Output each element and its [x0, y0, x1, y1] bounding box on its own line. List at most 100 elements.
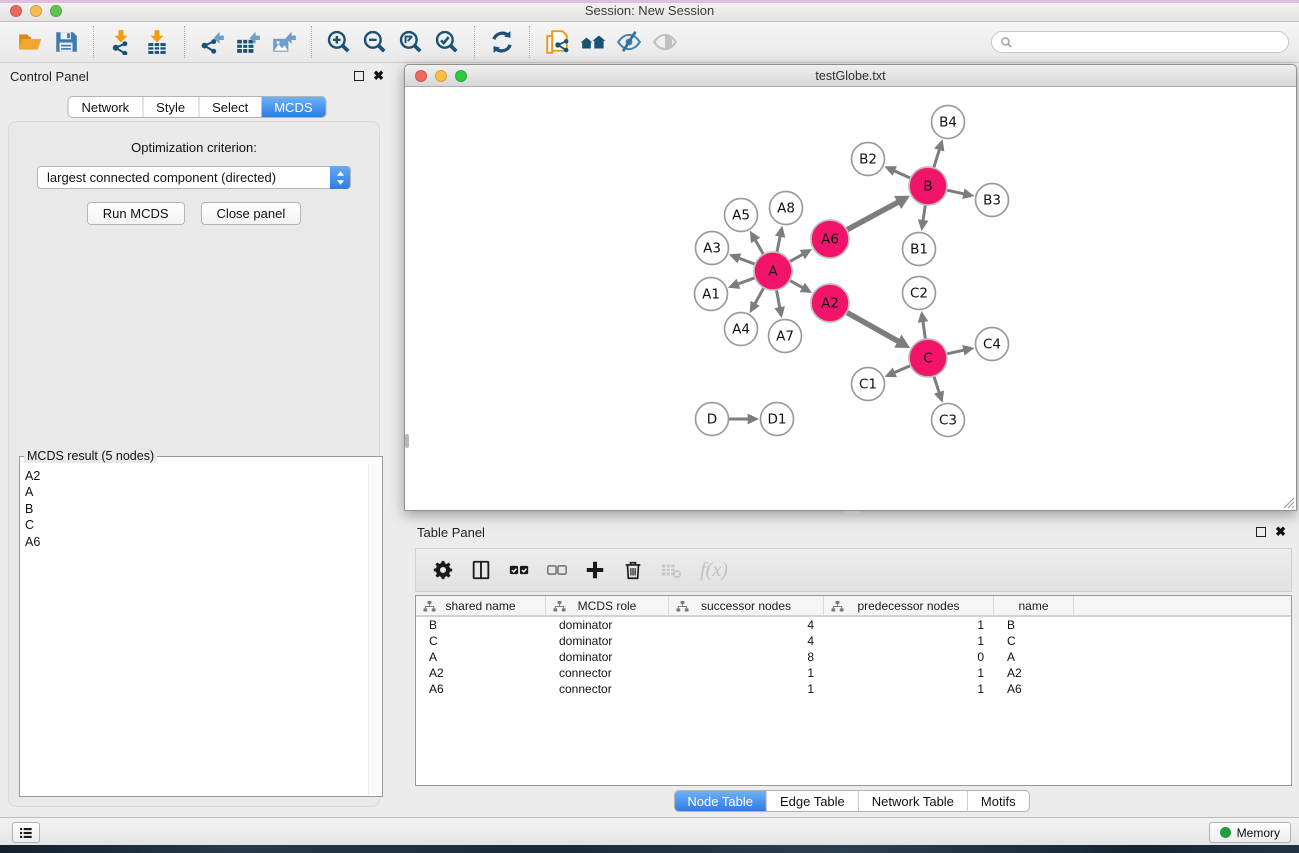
zoom-selected-button[interactable] [429, 26, 465, 58]
graph-edge-A-A8[interactable] [777, 235, 781, 252]
column-tree-icon [676, 600, 689, 613]
result-scrollbar[interactable] [368, 464, 381, 795]
graph-edge-B-B2[interactable] [893, 170, 910, 178]
graph-edge-A-A5[interactable] [755, 239, 764, 254]
table-row[interactable]: A6connector11A6 [416, 681, 1291, 697]
graph-edge-C-C1[interactable] [893, 366, 910, 373]
zoom-in-button[interactable] [321, 26, 357, 58]
graph-edge-B-B1[interactable] [923, 205, 925, 222]
graph-node-label: A7 [776, 329, 794, 345]
refresh-layout-button[interactable] [484, 26, 520, 58]
graph-edge-C-C2[interactable] [923, 320, 926, 339]
graph-edge-A-A1[interactable] [737, 278, 755, 285]
result-item[interactable]: A [25, 484, 367, 500]
tab-style[interactable]: Style [142, 97, 198, 117]
graph-node-label: A8 [777, 201, 795, 217]
vertical-scroll-thumb[interactable] [405, 434, 409, 448]
search-input[interactable] [1018, 34, 1280, 50]
close-panel-icon[interactable]: ✖ [373, 71, 384, 81]
table-close-icon[interactable]: ✖ [1275, 527, 1286, 537]
tab-mcds[interactable]: MCDS [261, 97, 325, 117]
home-restore-button[interactable] [575, 26, 611, 58]
column-tree-icon [553, 600, 566, 613]
memory-button[interactable]: Memory [1209, 822, 1291, 843]
zoom-out-button[interactable] [357, 26, 393, 58]
table-row[interactable]: A2connector11A2 [416, 665, 1291, 681]
mcds-result-list[interactable]: A2ABCA6 [21, 464, 367, 795]
graph-edge-A-A6[interactable] [790, 254, 804, 262]
search-box[interactable] [991, 31, 1289, 53]
graph-edge-A-A4[interactable] [754, 288, 763, 305]
table-row[interactable]: Bdominator41B [416, 617, 1291, 633]
graph-edge-A-A3[interactable] [738, 258, 755, 264]
network-canvas[interactable]: B4B2BB3A5A8A6A3B1AA1C2A2A4A7C4CC1DD1C3 [405, 88, 1296, 510]
table-float-icon[interactable] [1256, 527, 1266, 537]
horizontal-scroll-thumb[interactable] [845, 511, 860, 515]
task-history-button[interactable] [12, 822, 40, 843]
table-row[interactable]: Cdominator41C [416, 633, 1291, 649]
network-window-titlebar[interactable]: testGlobe.txt [405, 65, 1296, 87]
graph-edge-arrow [728, 279, 740, 289]
graph-edge-B-B4[interactable] [934, 148, 940, 167]
graph-edge-C-C4[interactable] [947, 350, 965, 354]
deselect-all-checkbox-button[interactable] [540, 554, 574, 586]
float-panel-icon[interactable] [354, 71, 364, 81]
column-header-shared-name[interactable]: shared name [416, 596, 546, 615]
add-column-button[interactable] [578, 554, 612, 586]
run-mcds-button[interactable]: Run MCDS [87, 202, 185, 225]
import-table-icon [144, 29, 170, 55]
table-settings-gear-button[interactable] [426, 554, 460, 586]
tab-select[interactable]: Select [198, 97, 261, 117]
import-network-button[interactable] [103, 26, 139, 58]
graph-edge-arrow [934, 390, 944, 402]
show-eye-button[interactable] [647, 26, 683, 58]
resize-grip-icon[interactable] [1282, 496, 1295, 509]
function-builder-button[interactable]: f(x) [692, 554, 736, 586]
table-tab-node-table[interactable]: Node Table [674, 791, 766, 811]
column-header-MCDS-role[interactable]: MCDS role [546, 596, 669, 615]
column-header-name[interactable]: name [994, 596, 1074, 615]
table-cell: A2 [994, 666, 1074, 680]
copy-network-doc-button[interactable] [539, 26, 575, 58]
delete-column-button[interactable] [616, 554, 650, 586]
delete-table-button[interactable] [654, 554, 688, 586]
open-session-button[interactable] [12, 26, 48, 58]
table-cell: connector [546, 666, 669, 680]
table-tab-motifs[interactable]: Motifs [967, 791, 1029, 811]
table-row[interactable]: Adominator80A [416, 649, 1291, 665]
export-table-button[interactable] [230, 26, 266, 58]
table-cell: dominator [546, 650, 669, 664]
table-tab-edge-table[interactable]: Edge Table [766, 791, 858, 811]
criterion-select[interactable]: largest connected component (directed) [37, 166, 351, 189]
table-tab-network-table[interactable]: Network Table [858, 791, 967, 811]
table-cell: 1 [669, 666, 824, 680]
export-network-button[interactable] [194, 26, 230, 58]
column-label: name [1018, 599, 1048, 613]
table-cell: A2 [416, 666, 546, 680]
import-table-button[interactable] [139, 26, 175, 58]
graph-edge-A2-C[interactable] [847, 313, 900, 343]
graph-edge-arrow [918, 219, 929, 231]
result-item[interactable]: B [25, 501, 367, 517]
graph-edge-A-A2[interactable] [790, 281, 804, 289]
column-header-predecessor-nodes[interactable]: predecessor nodes [824, 596, 994, 615]
result-item[interactable]: A2 [25, 468, 367, 484]
save-session-button[interactable] [48, 26, 84, 58]
memory-status-icon [1220, 827, 1231, 838]
show-column-button[interactable] [464, 554, 498, 586]
result-item[interactable]: A6 [25, 534, 367, 550]
table-cell: 0 [824, 650, 994, 664]
tab-network[interactable]: Network [68, 97, 142, 117]
graph-node-label: A4 [732, 322, 750, 338]
select-all-checkbox-button[interactable] [502, 554, 536, 586]
zoom-fit-button[interactable] [393, 26, 429, 58]
result-item[interactable]: C [25, 517, 367, 533]
close-panel-button[interactable]: Close panel [201, 202, 302, 225]
column-header-successor-nodes[interactable]: successor nodes [669, 596, 824, 615]
graph-edge-A-A7[interactable] [777, 290, 781, 309]
graph-edge-C-C3[interactable] [934, 377, 940, 394]
graph-edge-B-B3[interactable] [947, 190, 965, 194]
export-image-button[interactable] [266, 26, 302, 58]
hide-eye-button[interactable] [611, 26, 647, 58]
graph-edge-A6-B[interactable] [847, 201, 899, 229]
